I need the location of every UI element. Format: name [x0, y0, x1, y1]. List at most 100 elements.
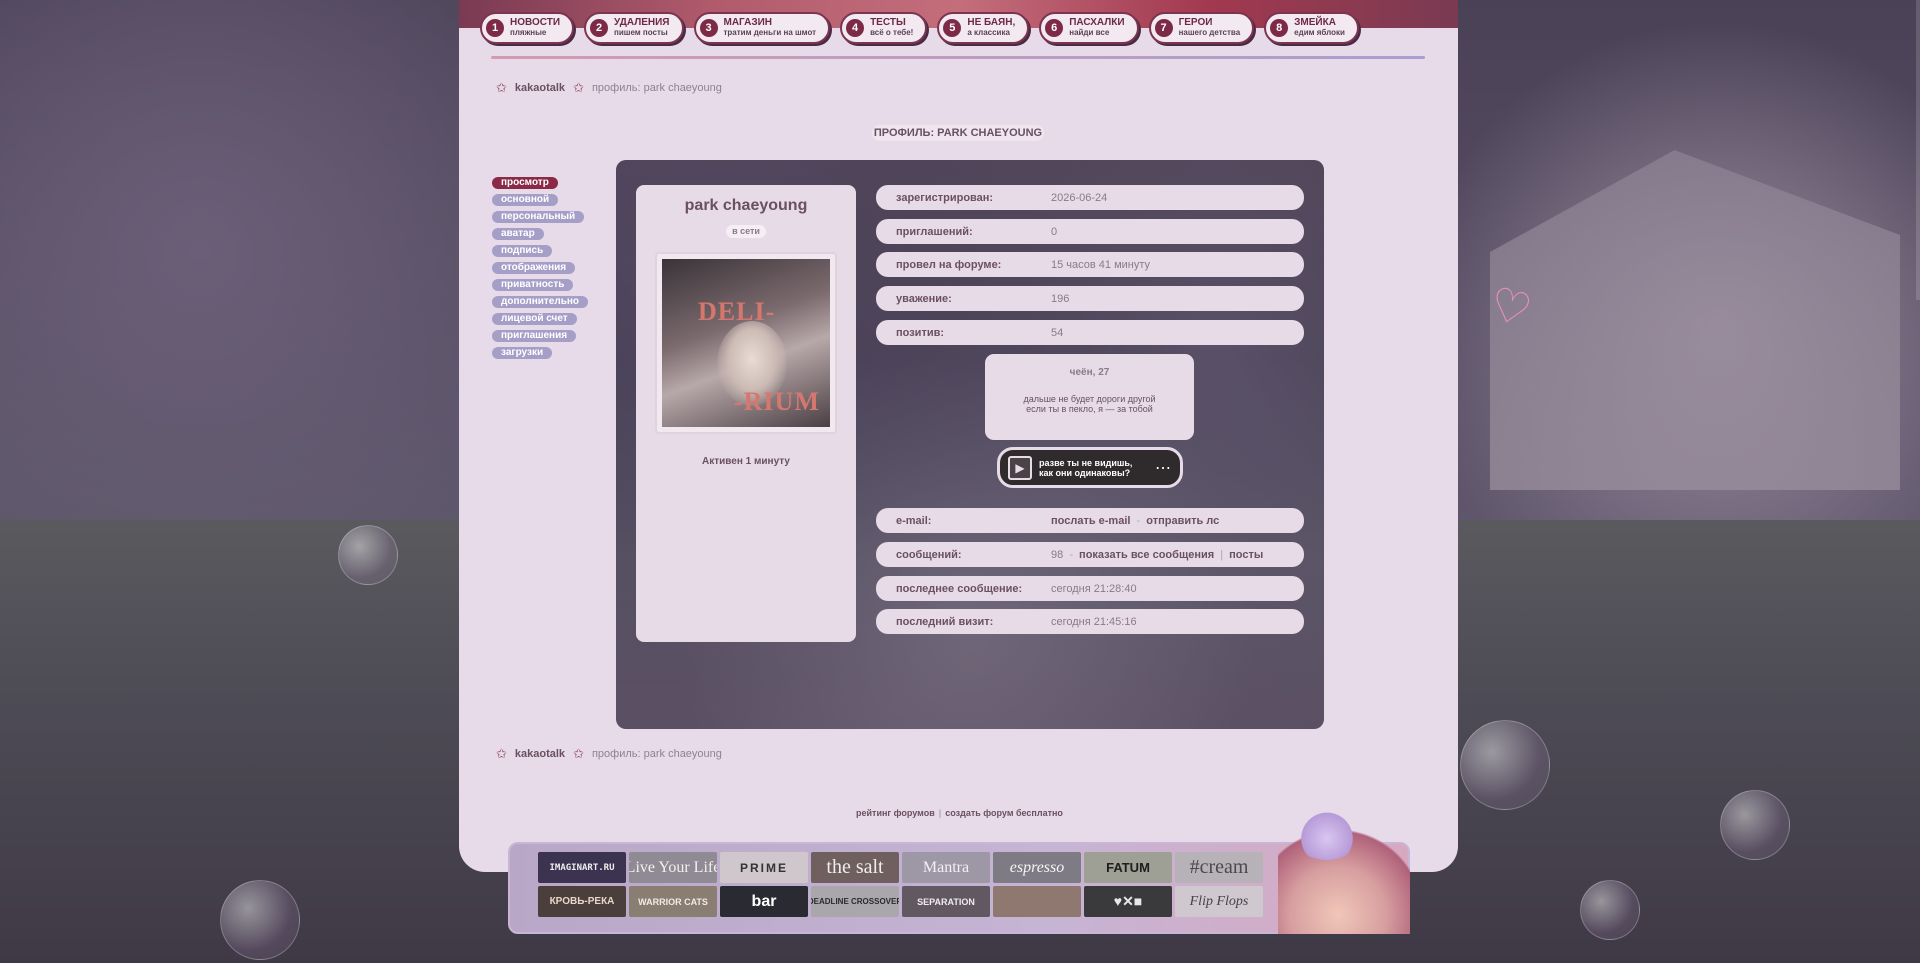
nav-subtitle: всё о тебе!: [870, 28, 914, 37]
field-last-visit: последний визит: сегодня 21:45:16: [876, 609, 1304, 634]
send-email-link[interactable]: послать e-mail: [1051, 515, 1130, 527]
track-title: как они одинаковы?: [1039, 467, 1131, 478]
nav-item-shop[interactable]: 3 МАГАЗИН тратим деньги на шмот: [693, 12, 831, 44]
nav-number: 7: [1154, 19, 1173, 37]
nav-subtitle: тратим деньги на шмот: [723, 28, 817, 37]
avatar: DELI- -RIUM: [655, 252, 837, 434]
side-menu-uploads[interactable]: загрузки: [492, 347, 553, 359]
activity-status: Активен 1 минуту: [702, 456, 790, 467]
field-value: 0: [1051, 225, 1058, 238]
scrollbar[interactable]: [1916, 0, 1920, 300]
side-menu-additional[interactable]: дополнительно: [492, 296, 589, 308]
separator: |: [938, 808, 942, 818]
side-menu-personal[interactable]: персональный: [492, 211, 585, 223]
partner-banner[interactable]: Mantra: [902, 852, 990, 883]
field-label: позитив:: [896, 326, 945, 339]
breadcrumb-home-link[interactable]: kakaotalk: [515, 748, 565, 760]
plush-sticker-icon: [1294, 812, 1360, 860]
avatar-text-top: DELI-: [698, 297, 776, 326]
quote-heading: чеён, 27: [1069, 367, 1110, 378]
send-pm-link[interactable]: отправить лс: [1146, 515, 1219, 527]
avatar-image: DELI- -RIUM: [662, 259, 830, 427]
bubble-decoration: [1460, 720, 1550, 810]
side-menu-avatar[interactable]: аватар: [492, 228, 544, 240]
field-time-on-forum: провел на форуме: 15 часов 41 минуту: [876, 252, 1304, 277]
music-player: ▶ разве ты не видишь, как они одинаковы?…: [997, 447, 1183, 488]
separator: -: [1069, 548, 1073, 561]
breadcrumb-current: профиль: park chaeyoung: [591, 82, 722, 94]
forum-rating-link[interactable]: рейтинг форумов: [856, 808, 935, 818]
play-icon[interactable]: ▶: [1008, 455, 1032, 480]
field-label: уважение:: [896, 292, 952, 305]
online-status-badge: в сети: [726, 225, 766, 238]
partner-banner[interactable]: #cream: [1175, 852, 1263, 883]
nav-item-snake[interactable]: 8 ЗМЕЙКА едим яблоки: [1264, 12, 1359, 44]
partner-banner[interactable]: IMAGINART.RU: [538, 852, 626, 883]
avatar-text-bottom: -RIUM: [734, 387, 820, 416]
partner-banner[interactable]: bar: [720, 886, 808, 917]
bubble-decoration: [1580, 880, 1640, 940]
nav-item-tests[interactable]: 4 ТЕСТЫ всё о тебе!: [840, 12, 928, 44]
track-title: разве ты не видишь,: [1039, 457, 1133, 468]
partner-banner[interactable]: WARRIOR CATS: [629, 886, 717, 917]
bubble-decoration: [1720, 790, 1790, 860]
side-menu-main[interactable]: основной: [492, 194, 559, 206]
field-value: 2026-06-24: [1051, 191, 1108, 204]
nav-subtitle: а классика: [967, 28, 1010, 37]
nav-title: МАГАЗИН: [723, 17, 773, 28]
partner-banner[interactable]: DEADLINE CROSSOVER: [811, 886, 899, 917]
partner-banner[interactable]: ♥✕■: [1084, 886, 1172, 917]
field-value: 54: [1051, 326, 1064, 339]
footer-links: рейтинг форумов | создать форум бесплатн…: [856, 808, 1063, 818]
side-menu-display[interactable]: отображения: [492, 262, 576, 274]
partner-banner[interactable]: КРОВЬ-РЕКА: [538, 886, 626, 917]
field-respect: уважение: 196: [876, 286, 1304, 311]
field-registered: зарегистрирован: 2026-06-24: [876, 185, 1304, 210]
nav-number: 8: [1270, 19, 1289, 37]
top-navigation: 1 НОВОСТИ пляжные 2 УДАЛЕНИЯ пишем посты 3…: [480, 12, 1440, 46]
partner-banner[interactable]: Flip Flops: [1175, 886, 1263, 917]
field-email: e-mail: послать e-mail - отправить лс: [876, 508, 1304, 533]
side-menu-view[interactable]: просмотр: [492, 177, 558, 189]
separator: -: [1136, 514, 1141, 527]
nav-title: ГЕРОИ: [1178, 17, 1213, 28]
field-posts: сообщений: 98 - показать все сообщения |…: [876, 542, 1304, 567]
more-options-icon[interactable]: ⋯: [1155, 458, 1172, 478]
field-label: приглашений:: [896, 225, 973, 238]
nav-title: ПАСХАЛКИ: [1069, 17, 1125, 28]
star-outline-icon: ✩: [496, 746, 507, 761]
nav-subtitle: пишем посты: [614, 28, 668, 37]
partner-banner[interactable]: SEPARATION: [902, 886, 990, 917]
nav-number: 6: [1045, 19, 1064, 37]
breadcrumb-home-link[interactable]: kakaotalk: [515, 82, 565, 94]
nav-subtitle: пляжные: [510, 28, 547, 37]
nav-number: 4: [846, 19, 865, 37]
create-forum-link[interactable]: создать форум бесплатно: [945, 808, 1063, 818]
partner-banner[interactable]: FATUM: [1084, 852, 1172, 883]
topics-link[interactable]: посты: [1229, 549, 1263, 561]
nav-item-heroes[interactable]: 7 ГЕРОИ нашего детства: [1148, 12, 1255, 44]
partner-banner[interactable]: [993, 886, 1081, 917]
star-outline-icon: ✩: [496, 80, 507, 95]
partner-banner[interactable]: PRIME: [720, 852, 808, 883]
nav-item-classics[interactable]: 5 НЕ БАЯН, а классика: [937, 12, 1030, 44]
nav-item-deletions[interactable]: 2 УДАЛЕНИЯ пишем посты: [584, 12, 684, 44]
page-title: ПРОФИЛЬ: PARK CHAEYOUNG: [872, 125, 1044, 141]
field-label: последний визит:: [896, 615, 994, 628]
partner-banner[interactable]: Live Your Life: [629, 852, 717, 883]
show-all-posts-link[interactable]: показать все сообщения: [1079, 549, 1214, 561]
side-menu-account[interactable]: лицевой счет: [492, 313, 577, 325]
nav-item-easter-eggs[interactable]: 6 ПАСХАЛКИ найди все: [1039, 12, 1139, 44]
field-label: последнее сообщение:: [896, 582, 1023, 595]
star-outline-icon: ✩: [573, 746, 584, 761]
nav-item-news[interactable]: 1 НОВОСТИ пляжные: [480, 12, 575, 44]
partner-banner[interactable]: espresso: [993, 852, 1081, 883]
field-value: 196: [1051, 292, 1070, 305]
breadcrumb: ✩ kakaotalk ✩ профиль: park chaeyoung: [496, 80, 722, 96]
side-menu-invitations[interactable]: приглашения: [492, 330, 577, 342]
side-menu-privacy[interactable]: приватность: [492, 279, 574, 291]
side-menu-signature[interactable]: подпись: [492, 245, 553, 257]
field-label: зарегистрирован:: [896, 191, 994, 204]
nav-number: 1: [486, 19, 504, 37]
partner-banner[interactable]: the salt: [811, 852, 899, 883]
